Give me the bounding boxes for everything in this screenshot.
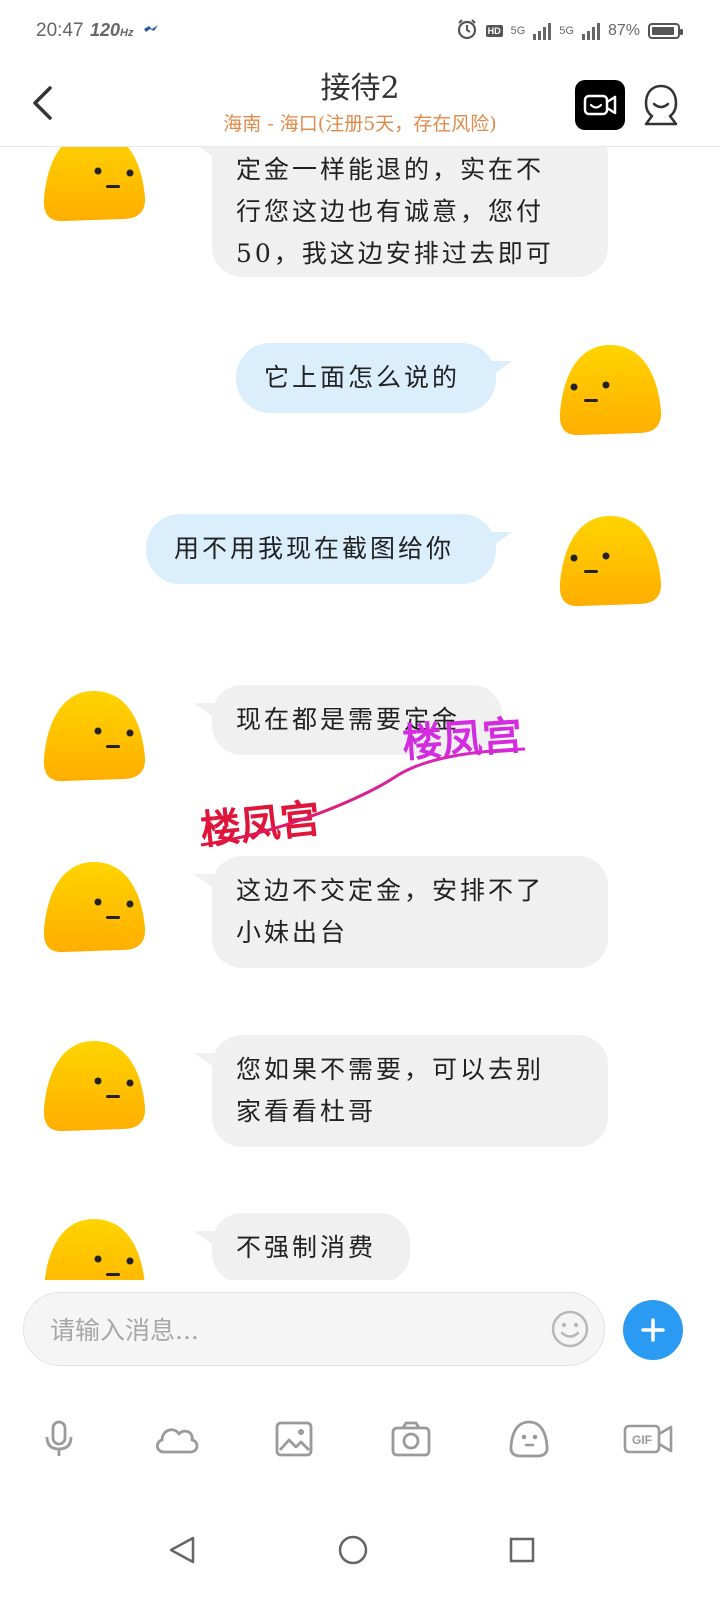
message-line: 家看看杜哥 [236, 1097, 377, 1126]
title-block: 接待2 海南 - 海口(注册5天，存在风险) [130, 68, 590, 138]
message-row: 用不用我现在截图给你 [0, 514, 720, 614]
nav-recents-button[interactable] [502, 1530, 542, 1570]
camera-icon [391, 1421, 431, 1457]
plus-icon [641, 1318, 665, 1342]
square-recents-icon [509, 1537, 535, 1563]
message-bubble-outgoing[interactable]: 它上面怎么说的 [236, 343, 512, 413]
sticker-button[interactable] [504, 1414, 554, 1464]
signal-1-icon [533, 22, 552, 40]
gallery-button[interactable] [269, 1414, 319, 1464]
qq-face-icon [43, 1041, 146, 1132]
message-input-row [0, 1288, 720, 1370]
message-row: 它上面怎么说的 [0, 343, 720, 443]
cloud-icon [155, 1428, 199, 1454]
profile-button[interactable] [638, 80, 684, 130]
battery-icon [648, 22, 683, 39]
qq-face-icon [44, 1219, 145, 1280]
battery-percent: 87% [607, 21, 640, 39]
message-row: 定金一样能退的，实在不 行您这边也有诚意，您付 50，我这边安排过去即可 [0, 147, 720, 287]
refresh-rate-unit: Hz [120, 27, 134, 39]
message-line: 小妹出台 [236, 918, 349, 947]
my-avatar[interactable] [558, 341, 662, 437]
back-button[interactable] [22, 80, 62, 126]
hd-icon: HD [485, 24, 503, 37]
video-camera-icon [583, 94, 617, 116]
image-icon [275, 1421, 313, 1457]
message-bubble-incoming[interactable]: 不强制消费 [194, 1213, 410, 1280]
message-bubble-outgoing[interactable]: 用不用我现在截图给你 [146, 514, 512, 584]
chat-messages[interactable]: 定金一样能退的，实在不 行您这边也有诚意，您付 50，我这边安排过去即可 它上面… [0, 147, 720, 1280]
contact-avatar[interactable] [42, 1037, 146, 1133]
qq-face-icon [559, 516, 662, 607]
nav-back-button[interactable] [162, 1530, 202, 1570]
message-line: 您如果不需要，可以去别 [236, 1055, 545, 1084]
input-toolbar: GIF [0, 1400, 720, 1480]
contact-avatar[interactable] [42, 687, 146, 783]
message-line: 50，我这边安排过去即可 [236, 239, 554, 268]
message-line: 定金一样能退的，实在不 [236, 155, 545, 184]
signal-2-icon [581, 22, 600, 40]
alarm-icon [456, 18, 478, 43]
refresh-rate: 120Hz [90, 20, 134, 41]
chevron-left-icon [33, 86, 52, 120]
watermark-swoosh [200, 747, 526, 847]
gif-label: GIF [632, 1433, 652, 1447]
contact-avatar[interactable] [42, 147, 146, 223]
message-bubble-incoming[interactable]: 您如果不需要，可以去别 家看看杜哥 [194, 1035, 608, 1147]
message-line: 行您这边也有诚意，您付 [236, 197, 545, 226]
circle-home-icon [338, 1535, 368, 1565]
qq-face-icon [43, 862, 146, 953]
gif-button[interactable]: GIF [620, 1414, 676, 1464]
status-right-group: HD 5G 5G 87% [456, 18, 683, 43]
voice-button[interactable] [34, 1414, 84, 1464]
contact-avatar[interactable] [42, 1215, 146, 1280]
triangle-back-icon [169, 1536, 195, 1564]
camera-button[interactable] [386, 1414, 436, 1464]
network-1-label: 5G [510, 24, 526, 37]
qq-face-icon [559, 345, 662, 436]
message-bubble-incoming[interactable]: 定金一样能退的，实在不 行您这边也有诚意，您付 50，我这边安排过去即可 [194, 147, 608, 277]
status-bar: 20:47 120Hz HD 5G 5G 87% [0, 0, 720, 64]
gif-icon: GIF [623, 1424, 673, 1454]
profile-icon [644, 84, 678, 126]
qq-face-icon [43, 147, 146, 222]
my-avatar[interactable] [558, 512, 662, 608]
nav-home-button[interactable] [333, 1530, 373, 1570]
contact-avatar[interactable] [42, 858, 146, 954]
video-call-button[interactable] [575, 80, 625, 130]
message-row: 这边不交定金，安排不了 小妹出台 [0, 856, 720, 986]
sticker-icon [509, 1420, 549, 1458]
message-row: 不强制消费 [0, 1213, 720, 1280]
hd-label: HD [487, 25, 501, 36]
status-time: 20:47 [36, 20, 84, 41]
message-bubble-incoming[interactable]: 这边不交定金，安排不了 小妹出台 [194, 856, 608, 968]
message-input[interactable] [48, 1307, 532, 1353]
network-2-label: 5G [559, 24, 574, 37]
system-nav-bar [0, 1500, 720, 1600]
microphone-icon [45, 1420, 73, 1456]
emoji-button[interactable] [550, 1309, 590, 1349]
chat-title: 接待2 [320, 71, 400, 106]
more-actions-button[interactable] [623, 1300, 683, 1360]
chat-subtitle: 海南 - 海口(注册5天，存在风险) [223, 113, 497, 135]
message-row: 您如果不需要，可以去别 家看看杜哥 [0, 1035, 720, 1165]
message-line: 这边不交定金，安排不了 [236, 876, 545, 905]
message-input-container[interactable] [23, 1292, 605, 1366]
cloud-button[interactable] [151, 1414, 201, 1464]
chat-header: 接待2 海南 - 海口(注册5天，存在风险) [0, 64, 720, 147]
qq-face-icon [43, 691, 146, 782]
refresh-rate-value: 120 [90, 20, 121, 40]
smiley-icon [551, 1310, 589, 1348]
app-notification-icon [143, 22, 159, 40]
